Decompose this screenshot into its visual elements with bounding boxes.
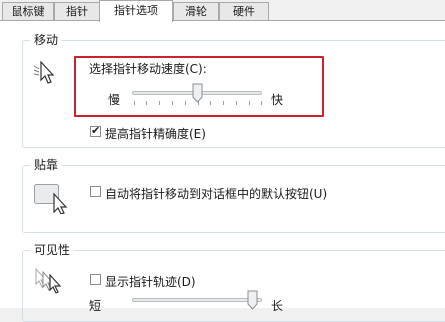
motion-group-title: 移动 — [30, 33, 63, 47]
trail-long-label: 长 — [271, 299, 284, 313]
snap-to-group-title: 贴靠 — [30, 158, 63, 172]
pointer-speed-label: 选择指针移动速度(C): — [89, 62, 207, 76]
slow-label: 慢 — [108, 93, 121, 107]
snap-to-default-checkbox[interactable] — [90, 186, 101, 197]
trail-length-slider-thumb[interactable] — [247, 290, 258, 310]
enhance-precision-checkbox[interactable]: ✔ — [90, 124, 101, 137]
tab-label: 指针 — [66, 5, 88, 18]
snap-button-icon — [34, 184, 68, 214]
tab-wheel[interactable]: 滑轮 — [173, 2, 219, 20]
pointer-speed-icon — [33, 60, 55, 84]
fast-label: 快 — [271, 93, 284, 107]
snap-to-default-label: 自动将指针移动到对话框中的默认按钮(U) — [105, 187, 328, 201]
trail-short-label: 短 — [89, 299, 102, 313]
tab-bar: 鼠标键 指针 指针选项 滑轮 硬件 — [0, 0, 445, 22]
tab-label: 硬件 — [233, 5, 255, 18]
tab-label: 鼠标键 — [11, 5, 45, 18]
pointer-trails-label: 显示指针轨迹(D) — [105, 275, 196, 289]
tab-label: 指针选项 — [114, 4, 158, 17]
speed-slider-thumb[interactable] — [192, 83, 203, 103]
visibility-group — [22, 250, 445, 322]
pointer-trails-icon — [35, 268, 62, 294]
tab-label: 滑轮 — [185, 5, 207, 18]
tab-hardware[interactable]: 硬件 — [219, 2, 269, 20]
visibility-group-title: 可见性 — [30, 243, 75, 257]
tab-pointers[interactable]: 指针 — [54, 2, 100, 20]
trail-length-slider-track[interactable] — [132, 298, 262, 302]
pointer-trails-checkbox[interactable] — [90, 274, 101, 285]
enhance-precision-label: 提高指针精确度(E) — [105, 127, 206, 141]
tab-buttons[interactable]: 鼠标键 — [2, 2, 54, 20]
tab-pointer-options[interactable]: 指针选项 — [99, 0, 173, 22]
check-mark-icon: ✔ — [91, 124, 101, 137]
